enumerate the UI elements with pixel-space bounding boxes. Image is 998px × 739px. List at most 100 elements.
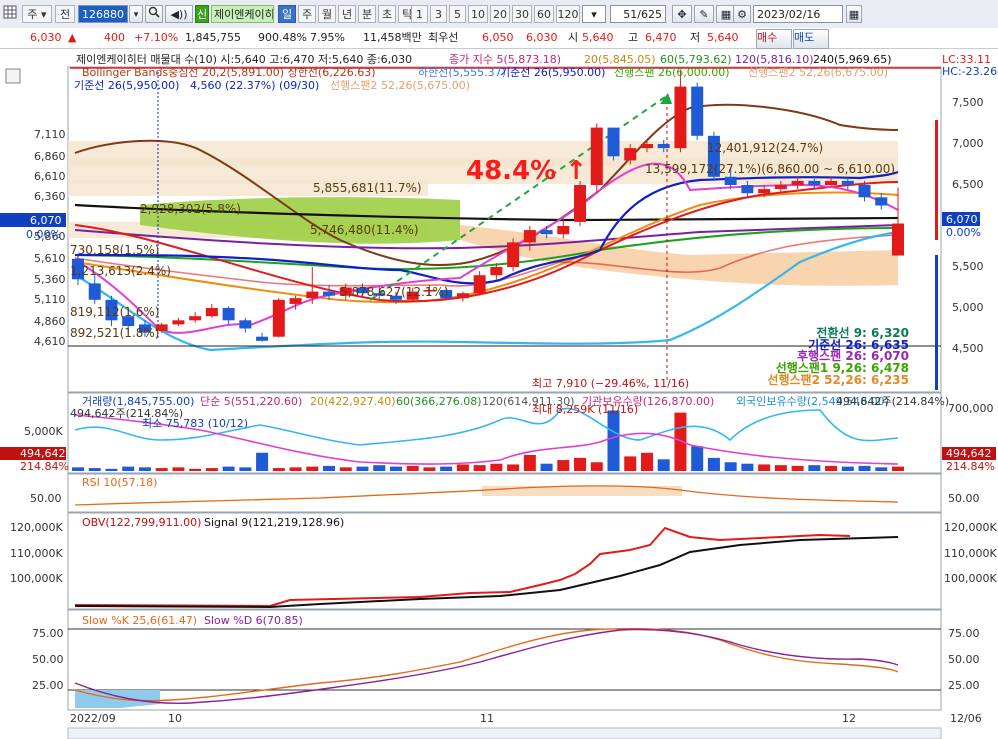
volume-bar[interactable] [72, 467, 84, 471]
volume-bar[interactable] [858, 465, 871, 471]
interval-1[interactable]: 1 [411, 5, 428, 23]
speaker-icon[interactable]: ◀)) [165, 5, 193, 23]
tab-year[interactable]: 년 [338, 5, 356, 23]
candle-body[interactable] [624, 148, 637, 161]
candle-body[interactable] [272, 299, 285, 337]
candle-body[interactable] [590, 127, 603, 185]
volume-bar[interactable] [640, 452, 653, 471]
interval-custom-input[interactable]: ▾ [582, 5, 606, 23]
volume-bar[interactable] [406, 465, 419, 471]
candle-body[interactable] [640, 144, 653, 149]
panel-settings-icon[interactable] [5, 68, 21, 84]
interval-10[interactable]: 10 [468, 5, 488, 23]
candle-body[interactable] [222, 308, 235, 321]
stock-code-input[interactable]: 126880 [78, 5, 128, 23]
candle-body[interactable] [791, 180, 804, 185]
volume-bar[interactable] [741, 463, 754, 471]
date-field[interactable]: 2023/02/16 [753, 5, 843, 23]
candle-body[interactable] [774, 185, 787, 190]
volume-bar[interactable] [657, 459, 670, 471]
volume-bar[interactable] [707, 457, 720, 471]
volume-bar[interactable] [892, 466, 904, 471]
volume-bar[interactable] [691, 446, 704, 471]
candle-body[interactable] [741, 185, 754, 194]
gear-icon[interactable]: ⚙ [733, 5, 751, 23]
candle-body[interactable] [557, 226, 570, 235]
candle-body[interactable] [540, 230, 553, 235]
candle-body[interactable] [88, 283, 101, 300]
volume-bar[interactable] [808, 465, 821, 471]
volume-bar[interactable] [205, 468, 218, 471]
volume-bar[interactable] [456, 464, 469, 471]
volume-bar[interactable] [440, 466, 453, 471]
candle-body[interactable] [490, 267, 503, 276]
interval-120[interactable]: 120 [556, 5, 580, 23]
volume-bar[interactable] [540, 463, 553, 471]
candle-body[interactable] [808, 180, 821, 185]
candle-body[interactable] [574, 185, 587, 222]
candle-body[interactable] [691, 86, 704, 136]
candle-body[interactable] [239, 320, 252, 329]
volume-bar[interactable] [507, 464, 520, 471]
scroll-track[interactable] [67, 727, 942, 739]
volume-bar[interactable] [389, 466, 402, 471]
candle-body[interactable] [323, 291, 336, 296]
volume-bar[interactable] [423, 467, 436, 471]
volume-bar[interactable] [557, 460, 570, 471]
candle-body[interactable] [523, 230, 536, 243]
search-icon[interactable] [145, 5, 163, 23]
volume-bar[interactable] [222, 466, 235, 471]
tab-week[interactable]: 주 [298, 5, 316, 23]
tab-second[interactable]: 초 [378, 5, 396, 23]
volume-bar[interactable] [289, 467, 302, 471]
candle-body[interactable] [875, 197, 888, 206]
candle-body[interactable] [758, 189, 771, 194]
volume-bar[interactable] [88, 468, 101, 471]
candle-body[interactable] [657, 144, 670, 149]
interval-60[interactable]: 60 [534, 5, 554, 23]
volume-bar[interactable] [607, 410, 620, 471]
candle-body[interactable] [724, 176, 737, 185]
volume-bar[interactable] [272, 468, 285, 471]
volume-bar[interactable] [155, 468, 168, 471]
interval-20[interactable]: 20 [490, 5, 510, 23]
volume-bar[interactable] [122, 466, 135, 471]
volume-bar[interactable] [724, 462, 737, 471]
volume-bar[interactable] [105, 468, 118, 471]
candle-body[interactable] [841, 180, 854, 185]
volume-bar[interactable] [239, 467, 252, 471]
volume-bar[interactable] [590, 462, 603, 471]
stock-chart[interactable]: 48.4% ↑ 제이엔케이히터 매물대 수(10) 시:5,640 고:6,47… [0, 49, 998, 739]
interval-30[interactable]: 30 [512, 5, 532, 23]
volume-bar[interactable] [306, 466, 319, 471]
volume-bar[interactable] [841, 466, 854, 471]
candle-body[interactable] [256, 336, 269, 341]
tab-month[interactable]: 월 [318, 5, 336, 23]
candle-body[interactable] [172, 320, 185, 325]
volume-bar[interactable] [339, 467, 352, 471]
interval-3[interactable]: 3 [430, 5, 447, 23]
candle-body[interactable] [306, 291, 319, 299]
interval-5[interactable]: 5 [449, 5, 466, 23]
sell-button[interactable]: 매도 [793, 29, 829, 49]
draw-tool-icon[interactable]: ✎ [694, 5, 714, 23]
volume-bar[interactable] [523, 454, 536, 471]
stock-code-dropdown[interactable]: ▾ [129, 5, 143, 23]
volume-bar[interactable] [189, 468, 202, 471]
volume-bar[interactable] [356, 466, 369, 471]
volume-bar[interactable] [758, 464, 771, 471]
volume-bar[interactable] [373, 465, 386, 471]
candle-body[interactable] [473, 275, 486, 294]
volume-bar[interactable] [574, 457, 587, 471]
calendar-icon[interactable]: ▦ [846, 5, 862, 23]
tab-minute[interactable]: 분 [358, 5, 376, 23]
candle-body[interactable] [858, 185, 871, 198]
volume-bar[interactable] [875, 467, 888, 471]
candle-body[interactable] [507, 242, 520, 267]
volume-bar[interactable] [825, 465, 838, 471]
volume-bar[interactable] [323, 465, 336, 471]
period-prefix-button[interactable]: 전 [55, 5, 75, 23]
candle-body[interactable] [205, 308, 218, 317]
grid-icon[interactable] [2, 5, 18, 23]
candle-body[interactable] [892, 223, 904, 256]
